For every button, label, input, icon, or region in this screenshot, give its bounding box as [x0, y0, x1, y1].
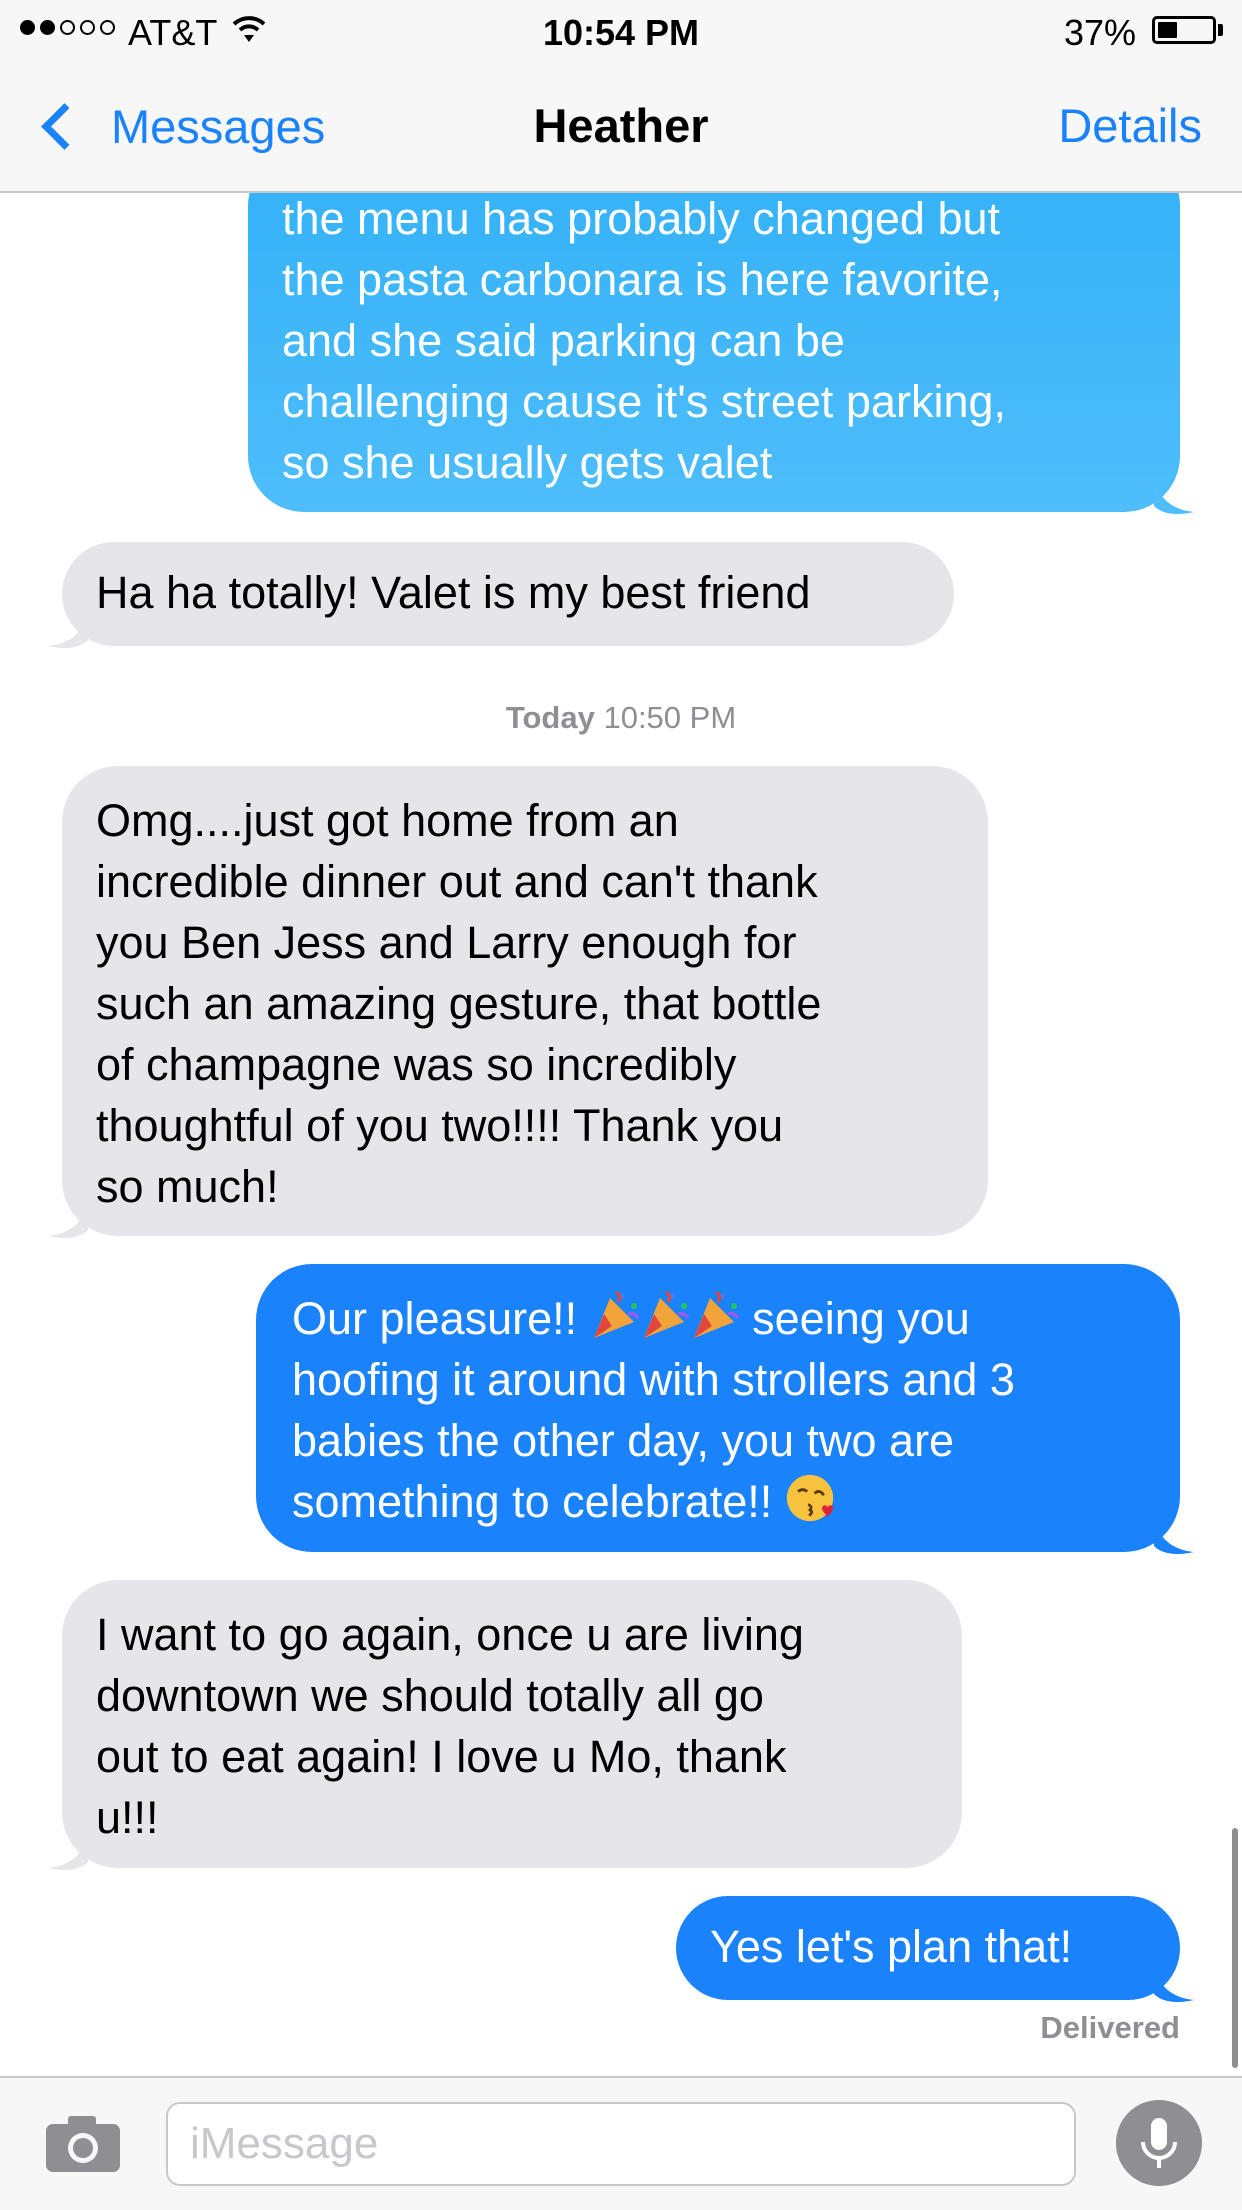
delivered-status: Delivered [1040, 2010, 1180, 2045]
camera-icon[interactable] [44, 2112, 122, 2174]
bubble-tail [1154, 1516, 1194, 1554]
face-blowing-kiss-icon [786, 1474, 833, 1522]
chevron-left-icon [41, 102, 88, 150]
message-text: the menu has probably changed but the pa… [282, 193, 1006, 488]
message-input-bar: iMessage [0, 2076, 1242, 2210]
timestamp-day: Today [505, 700, 595, 735]
message-text-part: something to celebrate!! [292, 1476, 785, 1527]
message-bubble-incoming[interactable]: Ha ha totally! Valet is my best friend [48, 542, 954, 648]
party-popper-icon [693, 1290, 739, 1338]
message-text: I want to go again, once u are living do… [96, 1609, 804, 1843]
message-text-part: hoofing it around with strollers and 3 b… [292, 1354, 1015, 1466]
status-time: 10:54 PM [542, 12, 700, 53]
message-text: Omg....just got home from an incredible … [96, 795, 822, 1212]
message-bubble-outgoing[interactable]: the menu has probably changed but the pa… [248, 150, 1194, 514]
bubble-tail [1154, 476, 1194, 514]
timestamp-time: 10:50 PM [594, 700, 737, 735]
battery-icon [1152, 16, 1216, 44]
conversation-timestamp: Today 10:50 PM [0, 700, 1242, 736]
message-text: Yes let's plan that! [710, 1921, 1073, 1972]
scrollbar[interactable] [1232, 1828, 1238, 2068]
back-button-label: Messages [111, 99, 326, 153]
status-bar: AT&T 10:54 PM 37% [0, 0, 1242, 62]
message-bubble-outgoing[interactable]: Yes let's plan that! [676, 1896, 1194, 2002]
message-text-part: Our pleasure!! [292, 1293, 590, 1344]
imessage-input[interactable]: iMessage [166, 2102, 1076, 2186]
bubble-tail [48, 1832, 88, 1870]
microphone-icon[interactable] [1116, 2100, 1202, 2186]
back-button[interactable]: Messages [34, 94, 325, 158]
message-text: Ha ha totally! Valet is my best friend [96, 567, 811, 618]
message-bubble-incoming[interactable]: I want to go again, once u are living do… [48, 1580, 962, 1870]
message-bubble-incoming[interactable]: Omg....just got home from an incredible … [48, 766, 988, 1238]
message-text: Our pleasure!! seeing you hoofing it aro… [292, 1288, 1144, 1532]
party-popper-icon [643, 1290, 689, 1338]
top-bar: AT&T 10:54 PM 37% Messages Heather Detai… [0, 0, 1242, 193]
party-popper-icon [593, 1290, 639, 1338]
message-bubble-outgoing[interactable]: Our pleasure!! seeing you hoofing it aro… [256, 1264, 1194, 1554]
conversation-title[interactable]: Heather [533, 99, 708, 152]
details-button[interactable]: Details [1058, 98, 1202, 153]
battery-cap [1218, 24, 1223, 36]
conversation[interactable]: the menu has probably changed but the pa… [0, 0, 1242, 2076]
battery-percentage: 37% [1064, 12, 1137, 53]
bubble-tail [48, 1200, 88, 1238]
message-text-part: seeing you [739, 1293, 970, 1344]
bubble-tail [1154, 1964, 1194, 2002]
bubble-tail [48, 610, 88, 648]
